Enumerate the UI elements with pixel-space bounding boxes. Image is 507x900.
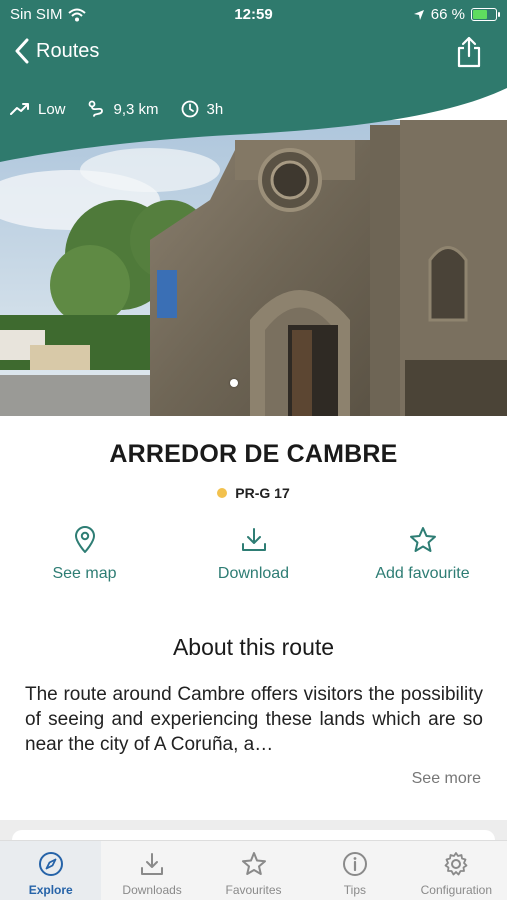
tab-favourites-label: Favourites [225,883,282,897]
route-code: PR-G 17 [0,485,507,501]
battery-percent: 66 % [430,6,465,23]
tab-tips[interactable]: Tips [304,841,405,900]
status-bar: Sin SIM 12:59 66 % [0,0,507,30]
tab-bar: Explore Downloads Favourites Tips Config… [0,840,507,900]
location-arrow-icon [413,9,424,20]
download-icon [141,853,164,875]
duration-value: 3h [206,100,224,118]
map-pin-icon [74,526,95,553]
back-button[interactable]: Routes [14,38,99,64]
tab-configuration[interactable]: Configuration [406,841,507,900]
gear-icon [444,852,468,876]
section-divider [0,820,507,850]
tab-favourites[interactable]: Favourites [203,841,304,900]
star-icon [409,527,436,552]
route-code-dot [217,488,228,498]
route-title: ARREDOR DE CAMBRE [109,440,398,468]
tab-configuration-label: Configuration [420,883,493,897]
back-label: Routes [36,39,100,62]
chevron-left-icon [15,38,29,64]
info-icon [342,852,367,876]
route-code-label: PR-G 17 [235,485,290,501]
see-map-button[interactable]: See map [0,525,169,583]
add-favourite-label: Add favourite [375,565,470,582]
header: Sin SIM 12:59 66 % Routes Low 9,3 km 3h [0,0,507,165]
distance-stat: 9,3 km [88,100,159,118]
route-icon [88,100,103,117]
tab-explore-label: Explore [28,883,73,897]
about-text: The route around Cambre offers visitors … [25,684,483,755]
route-stats: Low 9,3 km 3h [10,100,245,118]
share-button[interactable] [455,36,483,68]
about-title: About this route [172,634,335,660]
battery-fill [473,10,487,19]
tab-downloads-label: Downloads [122,883,182,897]
tab-explore[interactable]: Explore [0,841,102,900]
clock-icon [181,100,198,118]
distance-value: 9,3 km [113,100,159,118]
trend-up-icon [10,103,29,115]
battery-icon [471,8,500,21]
share-icon [457,36,481,68]
download-button[interactable]: Download [169,525,338,583]
difficulty-stat: Low [10,101,66,118]
add-favourite-button[interactable]: Add favourite [338,525,507,583]
carousel-indicator[interactable] [230,379,238,387]
duration-stat: 3h [181,100,224,118]
route-actions: See map Download Add favourite [0,525,507,583]
download-label: Download [217,565,290,582]
compass-icon [38,852,63,876]
tab-tips-label: Tips [343,883,367,897]
see-more-link[interactable]: See more [412,770,481,788]
tab-downloads[interactable]: Downloads [101,841,202,900]
status-right: 66 % [413,6,500,23]
star-icon [241,852,266,875]
download-icon [241,528,266,551]
see-map-label: See map [52,565,117,582]
difficulty-value: Low [38,100,66,118]
